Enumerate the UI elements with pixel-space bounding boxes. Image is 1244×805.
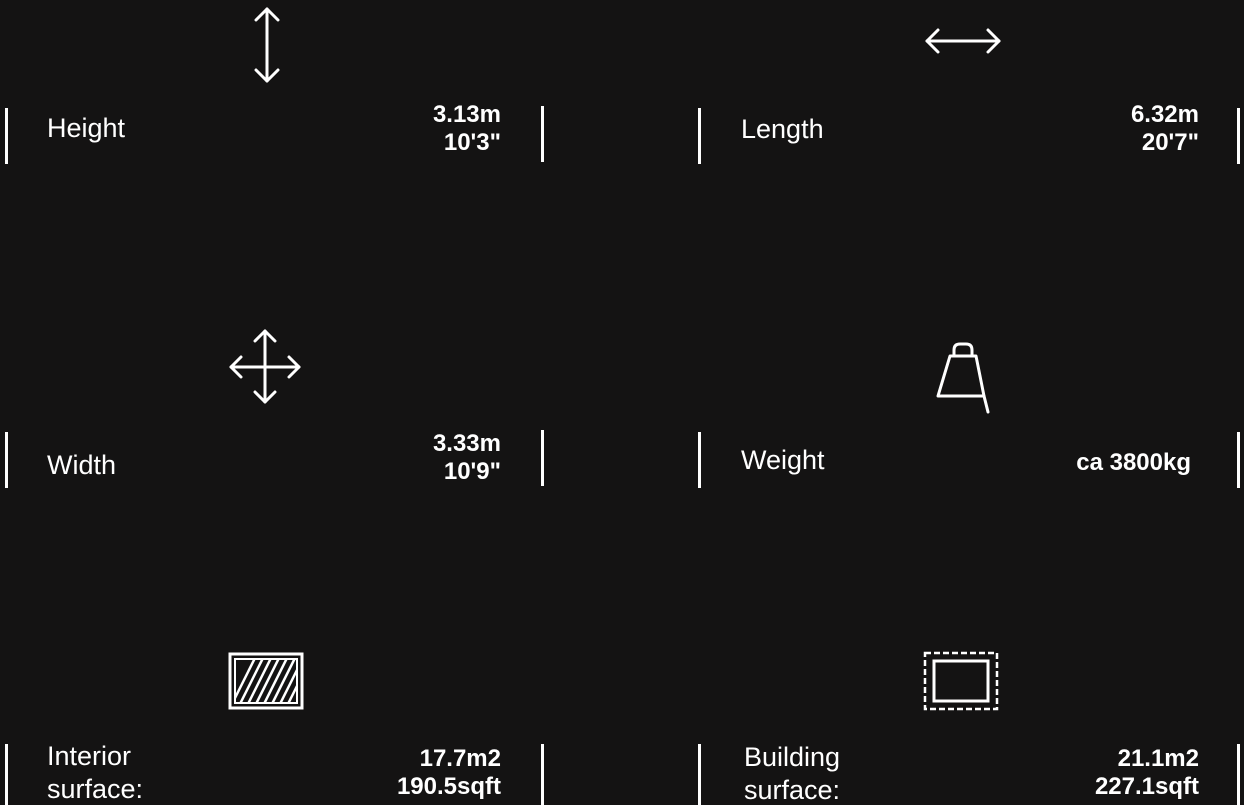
specs-panel: { "specs": [ {"id": "height", "label": "…	[0, 0, 1244, 805]
building-right-bar	[1237, 744, 1240, 805]
building-imperial: 227.1sqft	[1094, 773, 1199, 800]
building-metric: 21.1m2	[1117, 745, 1199, 772]
interior-label: Interior surface:	[47, 740, 143, 805]
interior-value: 17.7m2 190.5sqft	[397, 745, 501, 801]
weight-icon	[936, 342, 990, 414]
height-value: 3.13m 10'3"	[433, 101, 501, 157]
horizontal-arrows-icon	[925, 28, 1001, 54]
interior-metric: 17.7m2	[419, 745, 501, 772]
vertical-arrows-icon	[254, 7, 280, 83]
height-metric: 3.13m	[432, 101, 501, 128]
width-imperial: 10'9"	[443, 458, 501, 485]
width-value: 3.33m 10'9"	[433, 430, 501, 486]
weight-value: ca 3800kg	[1076, 449, 1191, 476]
interior-label-line2: surface:	[47, 774, 144, 804]
interior-imperial: 190.5sqft	[396, 773, 501, 800]
building-value: 21.1m2 227.1sqft	[1095, 745, 1199, 801]
width-left-bar	[5, 432, 8, 488]
move-arrows-icon	[229, 329, 301, 404]
length-right-bar	[1237, 108, 1240, 164]
interior-label-line1: Interior	[47, 741, 132, 771]
building-left-bar	[698, 744, 701, 805]
length-left-bar	[698, 108, 701, 164]
width-right-bar	[541, 430, 544, 486]
hatched-area-icon	[228, 652, 304, 710]
height-imperial: 10'3"	[443, 129, 501, 156]
weight-label: Weight	[741, 445, 825, 475]
width-label: Width	[47, 450, 117, 480]
weight-left-bar	[698, 432, 701, 488]
length-value: 6.32m 20'7"	[1131, 101, 1199, 157]
length-metric: 6.32m	[1130, 101, 1199, 128]
width-metric: 3.33m	[432, 430, 501, 457]
length-label: Length	[741, 114, 824, 144]
building-label: Building surface:	[744, 741, 840, 805]
weight-right-bar	[1237, 432, 1240, 488]
height-label: Height	[47, 113, 126, 143]
building-label-line2: surface:	[744, 775, 841, 805]
height-right-bar	[541, 106, 544, 162]
building-label-line1: Building	[744, 742, 841, 772]
building-outline-icon	[923, 651, 999, 711]
length-imperial: 20'7"	[1141, 129, 1199, 156]
height-left-bar	[5, 108, 8, 164]
interior-right-bar	[541, 744, 544, 805]
interior-left-bar	[5, 744, 8, 805]
